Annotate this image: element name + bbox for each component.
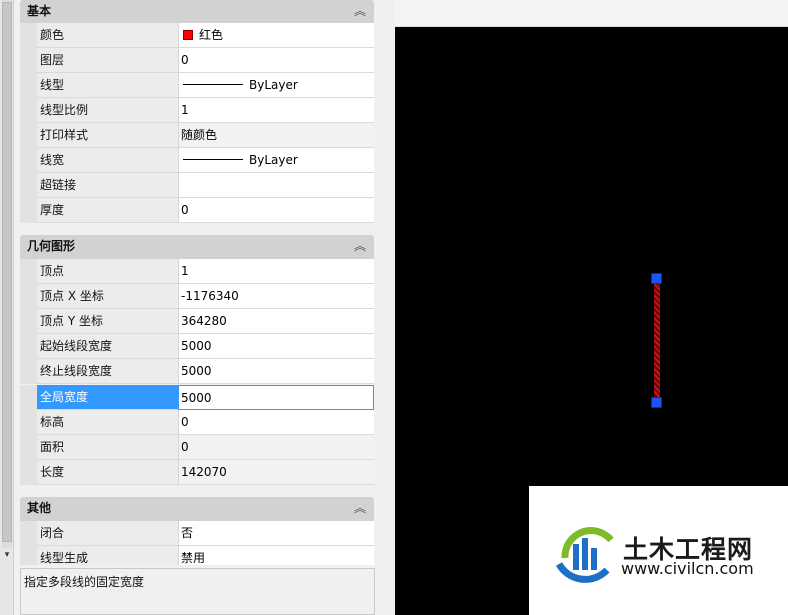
property-value[interactable]: 0 [178, 410, 374, 435]
property-row-layer[interactable]: 图层 0 [20, 48, 374, 73]
property-row-elevation[interactable]: 标高 0 [20, 410, 374, 435]
property-label: 颜色 [37, 23, 178, 48]
property-label: 线型比例 [37, 98, 178, 123]
property-label: 起始线段宽度 [37, 334, 178, 359]
property-value[interactable]: 364280 [178, 309, 374, 334]
section-title: 几何图形 [27, 239, 76, 253]
property-row-hyperlink[interactable]: 超链接 [20, 173, 374, 198]
collapse-icon[interactable]: ︽ [354, 235, 366, 257]
property-label: 闭合 [37, 521, 178, 546]
color-swatch-icon [183, 30, 193, 40]
property-label: 长度 [37, 460, 178, 485]
property-label: 顶点 [37, 259, 178, 284]
property-row-lineweight[interactable]: 线宽 ByLayer [20, 148, 374, 173]
property-label: 图层 [37, 48, 178, 73]
property-label: 厚度 [37, 198, 178, 223]
collapse-icon[interactable]: ︽ [354, 0, 366, 22]
property-label: 线型生成 [37, 546, 178, 565]
section-header-geometry[interactable]: 几何图形 ︽ [20, 235, 374, 259]
property-value[interactable]: 1 [178, 259, 374, 284]
grip-handle-bottom[interactable] [651, 397, 662, 408]
collapse-icon[interactable]: ︽ [354, 497, 366, 519]
property-value[interactable] [178, 173, 374, 198]
property-value: 142070 [178, 460, 374, 485]
property-value[interactable]: 0 [178, 48, 374, 73]
property-row-color[interactable]: 颜色 红色 [20, 23, 374, 48]
property-label: 终止线段宽度 [37, 359, 178, 384]
property-value-color[interactable]: 红色 [178, 23, 374, 48]
property-label: 超链接 [37, 173, 178, 198]
property-row-thickness[interactable]: 厚度 0 [20, 198, 374, 223]
section-title: 其他 [27, 501, 52, 515]
scrollbar-thumb[interactable] [2, 2, 12, 542]
property-value[interactable]: 否 [178, 521, 374, 546]
property-value: 随颜色 [178, 123, 374, 148]
property-row-vertex-x[interactable]: 顶点 X 坐标 -1176340 [20, 284, 374, 309]
drawing-toolbar-strip [395, 0, 788, 27]
property-label: 顶点 Y 坐标 [37, 309, 178, 334]
panel-scroll-strip: ▾ [0, 0, 14, 615]
property-row-start-width[interactable]: 起始线段宽度 5000 [20, 334, 374, 359]
property-row-length[interactable]: 长度 142070 [20, 460, 374, 485]
property-row-global-width[interactable]: 全局宽度 5000 [20, 385, 374, 410]
property-row-linetype[interactable]: 线型 ByLayer [20, 73, 374, 98]
property-value[interactable]: 5000 [178, 359, 374, 384]
property-label: 线宽 [37, 148, 178, 173]
property-row-linetype-generation[interactable]: 线型生成 禁用 [20, 546, 374, 565]
property-row-end-width[interactable]: 终止线段宽度 5000 [20, 359, 374, 384]
property-value[interactable]: -1176340 [178, 284, 374, 309]
selected-polyline[interactable] [654, 283, 660, 404]
scroll-down-arrow-icon[interactable]: ▾ [1, 549, 13, 561]
line-sample-icon [183, 159, 243, 160]
section-header-other[interactable]: 其他 ︽ [20, 497, 374, 521]
property-label: 打印样式 [37, 123, 178, 148]
property-label: 标高 [37, 410, 178, 435]
property-value: 0 [178, 435, 374, 460]
properties-panel: 基本 ︽ 颜色 红色 图层 0 线型 ByLayer 线型比例 1 打印样式 随… [20, 0, 375, 565]
watermark-url: www.civilcn.com [621, 559, 754, 578]
property-value[interactable]: 1 [178, 98, 374, 123]
property-value[interactable]: 禁用 [178, 546, 374, 565]
section-title: 基本 [27, 4, 52, 18]
section-header-basic[interactable]: 基本 ︽ [20, 0, 374, 24]
property-value[interactable]: 5000 [178, 334, 374, 359]
property-description: 指定多段线的固定宽度 [20, 568, 375, 615]
property-row-vertex[interactable]: 顶点 1 [20, 259, 374, 284]
global-width-input[interactable]: 5000 [178, 385, 374, 410]
property-row-vertex-y[interactable]: 顶点 Y 坐标 364280 [20, 309, 374, 334]
line-sample-icon [183, 84, 243, 85]
property-row-closed[interactable]: 闭合 否 [20, 521, 374, 546]
property-value-lineweight[interactable]: ByLayer [178, 148, 374, 173]
property-label: 全局宽度 [37, 385, 178, 410]
civilcn-logo-icon [555, 527, 614, 583]
property-value[interactable]: 0 [178, 198, 374, 223]
property-label: 线型 [37, 73, 178, 98]
property-value-linetype[interactable]: ByLayer [178, 73, 374, 98]
property-row-area[interactable]: 面积 0 [20, 435, 374, 460]
property-label: 顶点 X 坐标 [37, 284, 178, 309]
property-row-linetype-scale[interactable]: 线型比例 1 [20, 98, 374, 123]
property-label: 面积 [37, 435, 178, 460]
property-row-plot-style[interactable]: 打印样式 随颜色 [20, 123, 374, 148]
watermark: 土木工程网 www.civilcn.com [529, 486, 788, 615]
grip-handle-top[interactable] [651, 273, 662, 284]
